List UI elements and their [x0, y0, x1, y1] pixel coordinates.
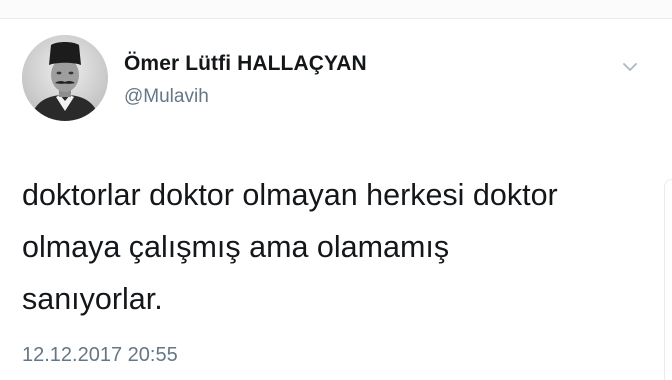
- display-name[interactable]: Ömer Lütfi HALLAÇYAN: [124, 52, 367, 76]
- tweet-text: doktorlar doktor olmayan herkesi doktor …: [22, 169, 652, 325]
- tweet-card: Ömer Lütfi HALLAÇYAN @Mulavih doktorlar …: [0, 19, 672, 380]
- avatar[interactable]: [22, 35, 108, 121]
- tweet-text-line: doktorlar doktor olmayan herkesi doktor: [22, 178, 558, 212]
- top-divider-strip: [0, 0, 672, 19]
- tweet-text-line: olmaya çalışmış ama olamamış: [22, 230, 450, 264]
- chevron-down-icon[interactable]: [619, 56, 641, 78]
- tweet-timestamp[interactable]: 12.12.2017 20:55: [22, 344, 178, 367]
- tweet-text-line: sanıyorlar.: [22, 282, 163, 316]
- avatar-photo: [22, 35, 108, 121]
- user-handle[interactable]: @Mulavih: [124, 86, 209, 108]
- adjacent-card-edge: [664, 179, 672, 380]
